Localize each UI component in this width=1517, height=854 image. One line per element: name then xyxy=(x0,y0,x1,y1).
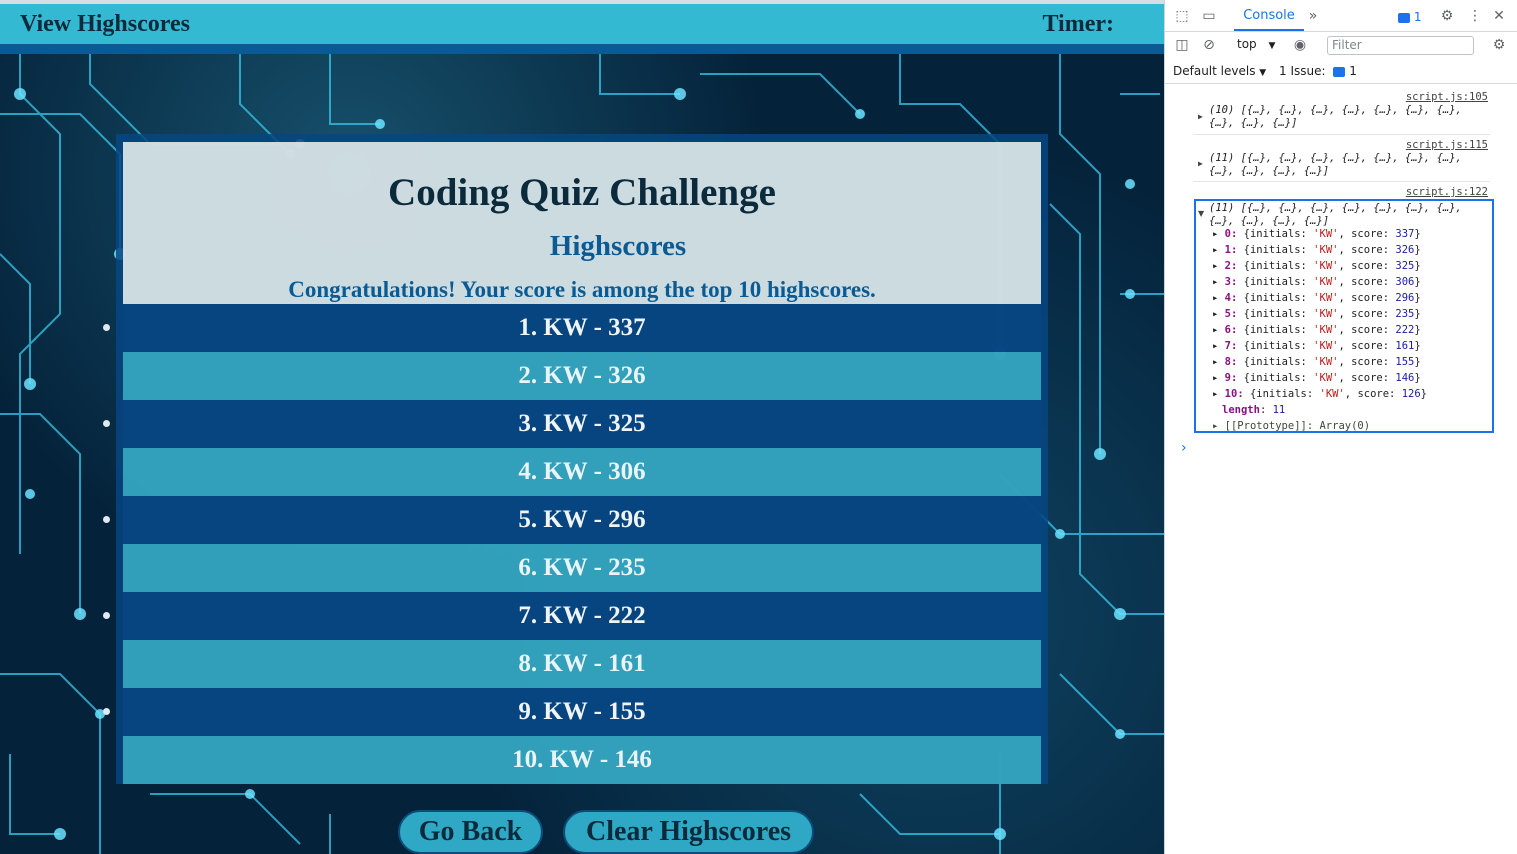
highscore-text: 2. KW - 326 xyxy=(518,362,646,389)
eye-icon[interactable]: ◉ xyxy=(1292,37,1308,53)
device-toolbar-icon[interactable]: ▭ xyxy=(1201,8,1217,24)
settings-gear-icon[interactable]: ⚙ xyxy=(1439,8,1455,24)
tab-console[interactable]: Console xyxy=(1234,0,1304,31)
console-log-entry: script.js:105 ▶ (10) [{…}, {…}, {…}, {…}… xyxy=(1165,90,1517,134)
chevron-down-icon: ▼ xyxy=(1259,68,1267,78)
highscore-text: 6. KW - 235 xyxy=(518,554,646,581)
list-bullet xyxy=(103,612,110,619)
clear-highscores-button[interactable]: Clear Highscores xyxy=(563,810,814,854)
log-source-link[interactable]: script.js:122 xyxy=(1406,186,1488,198)
go-back-button[interactable]: Go Back xyxy=(398,810,543,854)
list-bullet xyxy=(103,708,110,715)
context-selector[interactable]: top ▼ xyxy=(1237,37,1275,51)
log-source-link[interactable]: script.js:115 xyxy=(1406,139,1488,151)
highscore-item: 4. KW - 306 xyxy=(123,448,1041,496)
highscore-text: 9. KW - 155 xyxy=(518,698,646,725)
array-entry[interactable]: ▸ 0: {initials: 'KW', score: 337} xyxy=(1212,228,1421,240)
highscore-text: 3. KW - 325 xyxy=(518,410,646,437)
console-log-entry: script.js:115 ▶ (11) [{…}, {…}, {…}, {…}… xyxy=(1165,137,1517,181)
levels-label: Default levels xyxy=(1173,64,1256,78)
console-settings-icon[interactable]: ⚙ xyxy=(1491,37,1507,53)
highscore-item: 2. KW - 326 xyxy=(123,352,1041,400)
more-tabs-icon[interactable]: » xyxy=(1305,8,1321,24)
expanded-array: ▼ (11) [{…}, {…}, {…}, {…}, {…}, {…}, {…… xyxy=(1194,199,1494,433)
devtools-panel: ⬚ ▭ Console » 1 ⚙ ⋮ ✕ ◫ ⊘ top ▼ ◉ Filter… xyxy=(1164,0,1517,854)
levels-bar: Default levels ▼ 1 Issue: 1 xyxy=(1165,58,1517,84)
highscore-item: 10. KW - 146 xyxy=(123,736,1041,784)
devtools-toolbar: ⬚ ▭ Console » 1 ⚙ ⋮ ✕ xyxy=(1165,0,1517,32)
array-entry[interactable]: ▸ 3: {initials: 'KW', score: 306} xyxy=(1212,276,1421,288)
issues-badge-count: 1 xyxy=(1413,10,1422,24)
title-box: Coding Quiz Challenge Highscores Congrat… xyxy=(123,142,1041,304)
highscore-list: 1. KW - 337 2. KW - 326 3. KW - 325 4. K… xyxy=(103,304,1041,784)
array-entry[interactable]: ▸ 8: {initials: 'KW', score: 155} xyxy=(1212,356,1421,368)
array-length: length: 11 xyxy=(1222,404,1286,416)
log-source-link[interactable]: script.js:105 xyxy=(1406,91,1488,103)
highscore-item: 1. KW - 337 xyxy=(103,304,1041,352)
highscore-text: 1. KW - 337 xyxy=(518,314,646,341)
array-entry[interactable]: ▸ 7: {initials: 'KW', score: 161} xyxy=(1212,340,1421,352)
issues-label: 1 Issue: xyxy=(1279,64,1326,78)
issues-count: 1 xyxy=(1349,64,1357,78)
highscore-item: 8. KW - 161 xyxy=(123,640,1041,688)
array-prototype[interactable]: ▸ [[Prototype]]: Array(0) xyxy=(1212,420,1370,432)
highscore-text: 4. KW - 306 xyxy=(518,458,646,485)
issues-badge[interactable]: 1 xyxy=(1398,10,1421,24)
highscore-item: 9. KW - 155 xyxy=(103,688,1041,736)
array-entry[interactable]: ▸ 4: {initials: 'KW', score: 296} xyxy=(1212,292,1421,304)
array-entry[interactable]: ▸ 6: {initials: 'KW', score: 222} xyxy=(1212,324,1421,336)
list-bullet xyxy=(103,420,110,427)
chevron-down-icon: ▼ xyxy=(1268,41,1276,51)
highscore-item: 7. KW - 222 xyxy=(103,592,1041,640)
expand-triangle-icon[interactable]: ▶ xyxy=(1198,159,1206,168)
view-highscores-link[interactable]: View Highscores xyxy=(20,11,190,38)
timer-label: Timer: xyxy=(1042,10,1114,37)
highscore-text: 8. KW - 161 xyxy=(518,650,646,677)
congrats-message: Congratulations! Your score is among the… xyxy=(288,277,876,302)
message-icon xyxy=(1398,12,1410,23)
quiz-title: Coding Quiz Challenge xyxy=(388,171,776,214)
highscore-text: 7. KW - 222 xyxy=(518,602,646,629)
log-divider xyxy=(1193,181,1490,182)
log-message[interactable]: (11) [{…}, {…}, {…}, {…}, {…}, {…}, {…},… xyxy=(1209,202,1489,228)
log-message[interactable]: (10) [{…}, {…}, {…}, {…}, {…}, {…}, {…},… xyxy=(1209,104,1489,130)
list-bullet xyxy=(103,516,110,523)
highscores-heading: Highscores xyxy=(549,230,687,262)
highscore-item: 3. KW - 325 xyxy=(103,400,1041,448)
array-entry[interactable]: ▸ 1: {initials: 'KW', score: 326} xyxy=(1212,244,1421,256)
filter-input[interactable]: Filter xyxy=(1327,36,1474,55)
issues-link[interactable]: 1 Issue: 1 xyxy=(1279,64,1357,78)
collapse-triangle-icon[interactable]: ▼ xyxy=(1198,209,1204,218)
console-toolbar: ◫ ⊘ top ▼ ◉ Filter ⚙ xyxy=(1165,32,1517,58)
sidebar-toggle-icon[interactable]: ◫ xyxy=(1174,37,1190,53)
log-message[interactable]: (11) [{…}, {…}, {…}, {…}, {…}, {…}, {…},… xyxy=(1209,152,1489,178)
header: View Highscores Timer: xyxy=(0,4,1164,44)
kebab-menu-icon[interactable]: ⋮ xyxy=(1467,8,1483,24)
highscore-text: 10. KW - 146 xyxy=(512,746,652,773)
inspect-element-icon[interactable]: ⬚ xyxy=(1174,8,1190,24)
context-label: top xyxy=(1237,37,1257,51)
log-divider xyxy=(1193,134,1490,135)
array-entry[interactable]: ▸ 9: {initials: 'KW', score: 146} xyxy=(1212,372,1421,384)
default-levels-dropdown[interactable]: Default levels ▼ xyxy=(1173,64,1266,78)
close-icon[interactable]: ✕ xyxy=(1491,8,1507,24)
clear-console-icon[interactable]: ⊘ xyxy=(1201,37,1217,53)
highscore-item: 6. KW - 235 xyxy=(123,544,1041,592)
message-icon xyxy=(1333,66,1346,77)
array-entry[interactable]: ▸ 2: {initials: 'KW', score: 325} xyxy=(1212,260,1421,272)
quiz-page: View Highscores Timer: Coding Quiz Chall… xyxy=(0,0,1164,854)
list-bullet xyxy=(103,324,110,331)
highscore-text: 5. KW - 296 xyxy=(518,506,646,533)
console-prompt-icon[interactable]: › xyxy=(1181,440,1187,456)
header-divider xyxy=(0,44,1164,54)
array-entry[interactable]: ▸ 10: {initials: 'KW', score: 126} xyxy=(1212,388,1427,400)
expand-triangle-icon[interactable]: ▶ xyxy=(1198,112,1206,121)
array-entry[interactable]: ▸ 5: {initials: 'KW', score: 235} xyxy=(1212,308,1421,320)
highscore-item: 5. KW - 296 xyxy=(103,496,1041,544)
